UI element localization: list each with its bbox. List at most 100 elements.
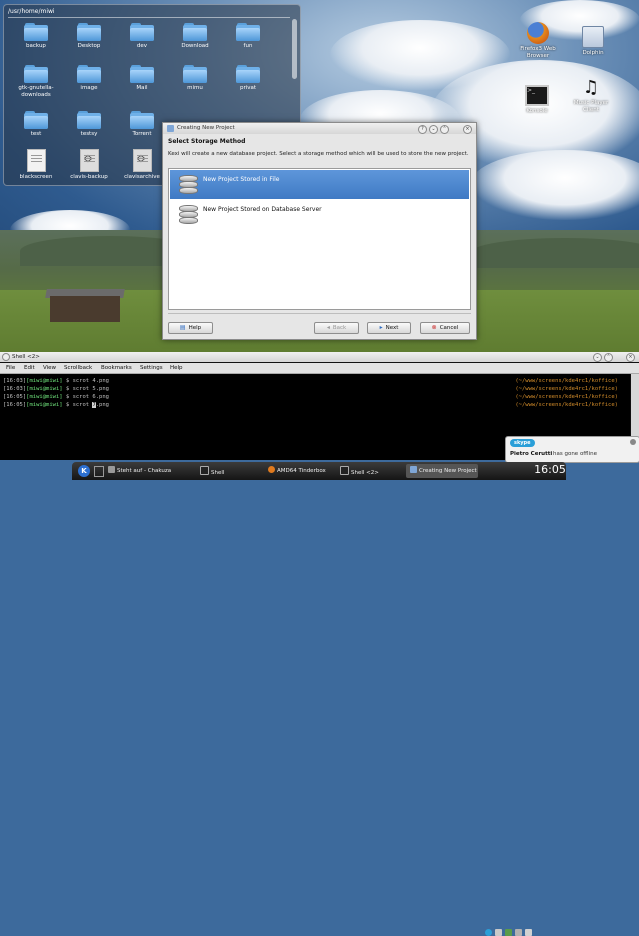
task-shell-2[interactable]: Shell <2>	[340, 466, 379, 476]
dialog-titlebar[interactable]: Creating New Project ? ⌄ ⌃ ×	[163, 123, 476, 134]
folder-icon	[236, 23, 260, 41]
storage-method-list: New Project Stored in File New Project S…	[168, 168, 471, 310]
menu-view[interactable]: View	[43, 365, 56, 371]
kde-menu-icon[interactable]: K	[78, 465, 90, 477]
menu-help[interactable]: Help	[170, 365, 183, 371]
folder-item[interactable]: test	[10, 111, 62, 138]
folder-item[interactable]: image	[63, 65, 115, 92]
clipboard-tray-icon[interactable]	[515, 929, 522, 936]
task-creating-new-project[interactable]: Creating New Project	[410, 466, 477, 474]
file-item[interactable]: blackscreen	[10, 149, 62, 181]
battery-tray-icon[interactable]	[505, 929, 512, 936]
arrow-right-icon: ▸	[379, 324, 383, 331]
media-player-icon	[108, 466, 115, 473]
firefox-icon	[527, 22, 549, 44]
close-icon[interactable]: ×	[626, 353, 635, 362]
desktop-icon-firefox[interactable]: Firefox3 Web Browser	[513, 22, 563, 60]
help-button[interactable]: ▤ Help	[168, 322, 213, 334]
maximize-icon[interactable]: ⌃	[604, 353, 613, 362]
menu-settings[interactable]: Settings	[140, 365, 163, 371]
minimize-icon[interactable]: ⌄	[429, 125, 438, 134]
taskbar: K Steht auf - Chakuza Shell AMD64 Tinder…	[72, 462, 566, 936]
terminal-line: [16:03][miwi@miwi] $ scrot 4.png (~/www/…	[3, 378, 618, 384]
folder-item[interactable]: Torrent	[116, 111, 168, 138]
folder-item[interactable]: testsy	[63, 111, 115, 138]
folder-icon	[77, 65, 101, 83]
desktop-icon-music-player[interactable]: ♫ Music Player Client	[566, 78, 616, 114]
skype-tray-icon[interactable]	[485, 929, 492, 936]
folder-icon	[183, 65, 207, 83]
folder-view-scrollbar[interactable]	[292, 19, 297, 79]
menu-scrollback[interactable]: Scrollback	[64, 365, 92, 371]
menu-edit[interactable]: Edit	[24, 365, 35, 371]
network-tray-icon[interactable]	[495, 929, 502, 936]
dialog-description: Kexi will create a new database project.…	[168, 151, 469, 157]
close-icon[interactable]: ×	[463, 125, 472, 134]
cancel-icon: ⊗	[431, 324, 437, 331]
dolphin-icon	[582, 26, 604, 48]
folder-icon	[24, 111, 48, 129]
folder-item[interactable]: Desktop	[63, 23, 115, 50]
option-stored-in-file[interactable]: New Project Stored in File	[170, 170, 469, 199]
database-file-icon	[179, 175, 198, 194]
kexi-app-icon	[167, 125, 174, 132]
maximize-icon[interactable]: ⌃	[440, 125, 449, 134]
skype-notification[interactable]: skype Pietro Cerutti has gone offline	[505, 436, 639, 463]
text-file-icon	[26, 149, 46, 172]
menu-file[interactable]: File	[6, 365, 15, 371]
folder-item[interactable]: backup	[10, 23, 62, 50]
task-firefox[interactable]: AMD64 Tinderbox	[268, 466, 326, 474]
dialog-heading: Select Storage Method	[168, 138, 246, 145]
folder-icon	[77, 23, 101, 41]
folder-icon	[130, 111, 154, 129]
terminal-line: [16:05][miwi@miwi] $ scrot 6.png (~/www/…	[3, 394, 618, 400]
folder-item[interactable]: Download	[169, 23, 221, 50]
skype-logo-icon: skype	[510, 439, 535, 447]
konsole-title: Shell <2>	[12, 354, 40, 360]
volume-tray-icon[interactable]	[525, 929, 532, 936]
terminal-line: [16:05][miwi@miwi] $ scrot 7.png (~/www/…	[3, 402, 618, 408]
folder-item[interactable]: privat	[222, 65, 274, 92]
desktop-icon-dolphin[interactable]: Dolphin	[568, 26, 618, 57]
folder-icon	[24, 23, 48, 41]
notification-message: has gone offline	[553, 451, 598, 457]
back-button[interactable]: ◂ Back	[314, 322, 359, 334]
new-project-dialog: Creating New Project ? ⌄ ⌃ × Select Stor…	[162, 122, 477, 340]
terminal-icon	[200, 466, 209, 475]
database-server-icon	[179, 205, 198, 224]
help-icon: ▤	[179, 324, 186, 331]
next-button[interactable]: ▸ Next	[367, 322, 411, 334]
folder-item[interactable]: dev	[116, 23, 168, 50]
desktop-icon-konsole[interactable]: >_ Konsole	[512, 85, 562, 115]
terminal-cursor: 7	[92, 402, 96, 408]
konsole-menubar: File Edit View Scrollback Bookmarks Sett…	[0, 363, 639, 374]
clock[interactable]: 16:05	[534, 463, 566, 476]
file-item[interactable]: clavisarchive	[116, 149, 168, 181]
archive-file-icon	[79, 149, 99, 172]
cancel-button[interactable]: ⊗ Cancel	[420, 322, 470, 334]
folder-item[interactable]: gtk-gnutella-downloads	[10, 65, 62, 99]
task-shell[interactable]: Shell	[200, 466, 224, 476]
folder-icon	[183, 23, 207, 41]
folder-item[interactable]: mimu	[169, 65, 221, 92]
notification-contact-name: Pietro Cerutti	[510, 451, 553, 457]
dialog-title: Creating New Project	[177, 125, 235, 131]
firefox-icon	[268, 466, 275, 473]
menu-bookmarks[interactable]: Bookmarks	[101, 365, 132, 371]
file-item[interactable]: clavis-backup	[63, 149, 115, 181]
folder-view-path: /usr/home/miwi	[8, 8, 55, 15]
folder-icon	[236, 65, 260, 83]
folder-item[interactable]: Mail	[116, 65, 168, 92]
notification-close-icon[interactable]	[630, 439, 636, 445]
desktop-pager[interactable]	[94, 466, 104, 477]
kexi-app-icon	[410, 466, 417, 473]
terminal-line: [16:03][miwi@miwi] $ scrot 5.png (~/www/…	[3, 386, 618, 392]
folder-item[interactable]: fun	[222, 23, 274, 50]
help-titlebar-icon[interactable]: ?	[418, 125, 427, 134]
task-media-player[interactable]: Steht auf - Chakuza	[108, 466, 171, 474]
konsole-titlebar[interactable]: Shell <2> ⌄ ⌃ ×	[0, 352, 639, 362]
terminal-icon	[340, 466, 349, 475]
folder-icon	[130, 65, 154, 83]
minimize-icon[interactable]: ⌄	[593, 353, 602, 362]
option-stored-on-server[interactable]: New Project Stored on Database Server	[170, 200, 469, 229]
